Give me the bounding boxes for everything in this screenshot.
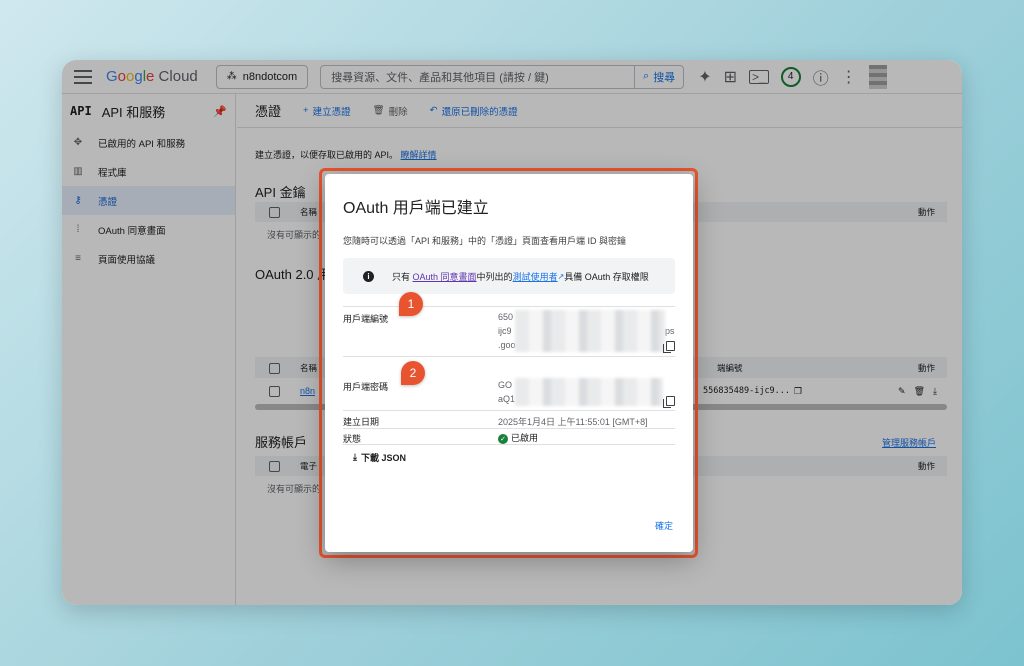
consent-screen-link[interactable]: OAuth 同意畫面	[413, 270, 477, 283]
status-value: ✓ 已啟用	[498, 431, 538, 444]
client-id-part4: ps	[665, 326, 675, 336]
oauth-created-dialog: OAuth 用戶端已建立 您隨時可以透過「API 和服務」中的「憑證」頁面查看用…	[325, 174, 693, 552]
divider	[343, 356, 675, 357]
status-text: 已啟用	[511, 433, 539, 443]
client-secret-label: 用戶端密碼	[343, 382, 389, 392]
dialog-description: 您隨時可以透過「API 和服務」中的「憑證」頁面查看用戶端 ID 與密鑰	[343, 236, 627, 246]
divider	[343, 444, 675, 445]
client-secret-part1: GO	[498, 380, 513, 390]
blurred-client-id	[515, 310, 665, 352]
download-json-button[interactable]: ⤓ 下載 JSON	[353, 451, 406, 464]
test-users-link[interactable]: 測試使用者	[513, 270, 558, 283]
download-icon: ⤓	[353, 452, 357, 462]
copy-client-secret-icon[interactable]	[663, 396, 675, 408]
info-prefix: 只有	[392, 271, 411, 282]
annotation-marker-1: 1	[399, 292, 423, 316]
client-secret-part2: aQ1	[498, 394, 516, 404]
download-json-label: 下載 JSON	[360, 453, 406, 463]
client-id-part3: .goo	[498, 340, 516, 350]
divider	[343, 410, 675, 411]
info-middle: 中列出的	[476, 271, 513, 282]
info-banner: i 只有 OAuth 同意畫面 中列出的 測試使用者 ↗ 具備 OAuth 存取…	[343, 258, 675, 294]
divider	[343, 306, 675, 307]
ok-button[interactable]: 確定	[655, 519, 673, 532]
info-icon: i	[363, 270, 374, 282]
info-suffix: 具備 OAuth 存取權限	[564, 271, 649, 282]
copy-client-id-icon[interactable]	[663, 341, 675, 353]
divider	[343, 428, 675, 429]
created-date-label: 建立日期	[343, 417, 380, 427]
blurred-client-secret	[515, 378, 663, 406]
annotation-marker-2: 2	[401, 361, 425, 385]
dialog-title: OAuth 用戶端已建立	[343, 200, 489, 217]
created-date-value: 2025年1月4日 上午11:55:01 [GMT+8]	[498, 417, 648, 427]
check-circle-icon: ✓	[498, 434, 508, 444]
client-id-part2: ijc9	[498, 326, 512, 336]
client-id-part1: 650	[498, 312, 514, 322]
client-id-label: 用戶端編號	[343, 314, 389, 324]
external-link-icon: ↗	[557, 271, 565, 281]
